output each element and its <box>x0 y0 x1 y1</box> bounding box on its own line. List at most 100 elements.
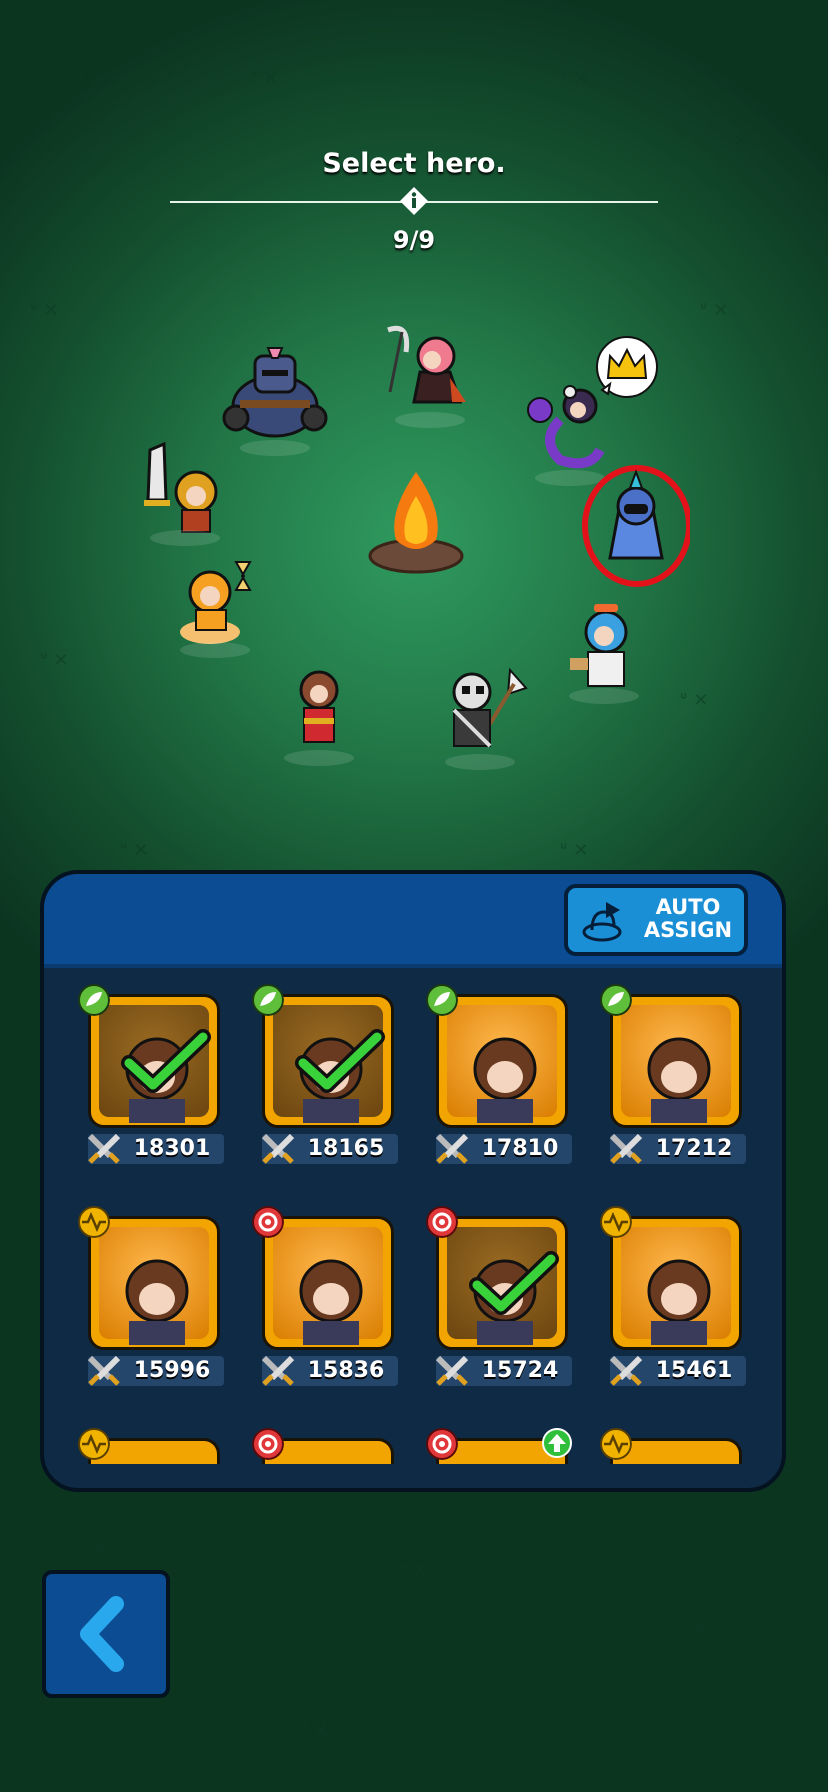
hero-portrait-icon <box>647 1259 711 1345</box>
hero-portrait-art <box>621 1227 731 1345</box>
ogre-sprite-icon <box>222 347 328 438</box>
grass-mark: ᐡ ✕ <box>680 690 709 711</box>
chevron-left-icon <box>80 1596 124 1672</box>
leader-crown-badge <box>594 334 660 400</box>
hero-portrait-art <box>273 1227 383 1345</box>
hero-portrait-icon <box>647 1037 711 1123</box>
element-fire-icon <box>426 1206 458 1238</box>
knight-sprite-icon <box>144 441 218 533</box>
grass-mark: ᐡ ✕ <box>40 650 69 671</box>
back-button[interactable] <box>42 1570 170 1698</box>
crossed-swords-icon <box>261 1133 295 1164</box>
selection-counter: 9/9 <box>392 226 436 254</box>
hero-shadow <box>569 688 639 704</box>
hero-card[interactable]: 17810 <box>426 984 572 1164</box>
element-light-icon <box>600 1206 632 1238</box>
power-value: 18301 <box>133 1136 211 1161</box>
hero-armored-ogre[interactable] <box>220 340 330 456</box>
grass-mark: ᐡ ✕ <box>400 1560 429 1581</box>
hero-portrait-art <box>621 1005 731 1123</box>
warrior-sprite-icon <box>299 670 339 743</box>
hero-priest-healer[interactable] <box>564 598 644 704</box>
hero-hooded-mage-circled[interactable] <box>580 448 692 588</box>
element-fire-icon <box>252 1206 284 1238</box>
hero-shadow <box>284 750 354 766</box>
grass-mark: ᐡ ✕ <box>700 300 729 321</box>
power-value: 15836 <box>307 1358 385 1383</box>
element-fire-icon <box>426 1428 458 1460</box>
hero-card[interactable]: 15724 <box>426 1206 572 1386</box>
element-nature-icon <box>426 984 458 1016</box>
hero-shadow <box>180 642 250 658</box>
selected-check-icon <box>469 1251 559 1315</box>
crossed-swords-icon <box>435 1133 469 1164</box>
hero-scythe-reaper[interactable] <box>380 322 480 428</box>
hero-portrait <box>88 994 220 1128</box>
crossed-swords-icon <box>609 1355 643 1386</box>
power-bar: 18301 <box>87 1133 224 1164</box>
element-light-icon <box>600 1428 632 1460</box>
selected-check-icon <box>121 1029 211 1093</box>
power-bar: 15996 <box>87 1355 224 1386</box>
power-value: 18165 <box>307 1136 385 1161</box>
crossed-swords-icon <box>261 1355 295 1386</box>
info-diamond-icon[interactable] <box>399 186 429 216</box>
hero-shadow <box>445 754 515 770</box>
hero-portrait-icon <box>473 1037 537 1123</box>
hero-card[interactable]: 18301 <box>78 984 224 1164</box>
oracle-sprite-icon <box>180 561 252 644</box>
page-title: Select hero. <box>322 148 506 179</box>
power-value: 17810 <box>481 1136 559 1161</box>
campfire <box>366 466 466 576</box>
hero-hourglass-oracle[interactable] <box>170 552 260 658</box>
hero-card-partial[interactable] <box>252 1428 398 1468</box>
hero-portrait-art <box>447 1005 557 1123</box>
hero-portrait <box>610 994 742 1128</box>
helmet-arrow-icon <box>582 902 622 942</box>
power-bar: 15724 <box>435 1355 572 1386</box>
hero-portrait-icon <box>299 1259 363 1345</box>
grass-mark: ᐡ ✕ <box>80 1540 109 1561</box>
grass-mark: ᐡ ✕ <box>300 1720 329 1741</box>
hero-card-partial[interactable] <box>426 1428 572 1468</box>
hero-selection-panel: AUTO ASSIGN 18301 18165 17810 17212 1599… <box>40 870 786 1492</box>
hero-portrait <box>436 994 568 1128</box>
hero-card[interactable]: 18165 <box>252 984 398 1164</box>
element-nature-icon <box>252 984 284 1016</box>
campfire-icon <box>368 472 464 574</box>
hero-portrait <box>262 1216 394 1350</box>
hero-portrait-icon <box>125 1259 189 1345</box>
hero-portrait <box>436 1216 568 1350</box>
hero-shadow <box>150 530 220 546</box>
element-nature-icon <box>600 984 632 1016</box>
hero-sword-knight[interactable] <box>140 440 230 546</box>
hero-card[interactable]: 15836 <box>252 1206 398 1386</box>
selected-check-icon <box>295 1029 385 1093</box>
grass-mark: ᐡ ✕ <box>78 68 107 89</box>
crossed-swords-icon <box>87 1133 121 1164</box>
hero-portrait <box>262 994 394 1128</box>
hero-card[interactable]: 15461 <box>600 1206 746 1386</box>
power-bar: 18165 <box>261 1133 398 1164</box>
hero-skull-barbarian[interactable] <box>430 664 530 770</box>
auto-assign-button[interactable]: AUTO ASSIGN <box>564 884 748 956</box>
hero-portrait <box>88 1216 220 1350</box>
hero-card-partial[interactable] <box>78 1428 224 1468</box>
grass-mark: ᐡ ✕ <box>30 300 59 321</box>
hero-card-partial[interactable] <box>600 1428 746 1468</box>
crossed-swords-icon <box>435 1355 469 1386</box>
hero-portrait-art <box>99 1227 209 1345</box>
hooded-mage-sprite-icon <box>582 465 692 587</box>
hero-amazon-warrior[interactable] <box>284 660 354 766</box>
power-bar: 17212 <box>609 1133 746 1164</box>
power-bar: 15836 <box>261 1355 398 1386</box>
hero-shadow <box>395 412 465 428</box>
green-arrow-up-icon <box>542 1428 572 1458</box>
hero-portrait <box>610 1216 742 1350</box>
power-value: 17212 <box>655 1136 733 1161</box>
hero-card[interactable]: 17212 <box>600 984 746 1164</box>
element-light-icon <box>78 1428 110 1460</box>
power-value: 15724 <box>481 1358 559 1383</box>
hero-shadow <box>240 440 310 456</box>
hero-card[interactable]: 15996 <box>78 1206 224 1386</box>
